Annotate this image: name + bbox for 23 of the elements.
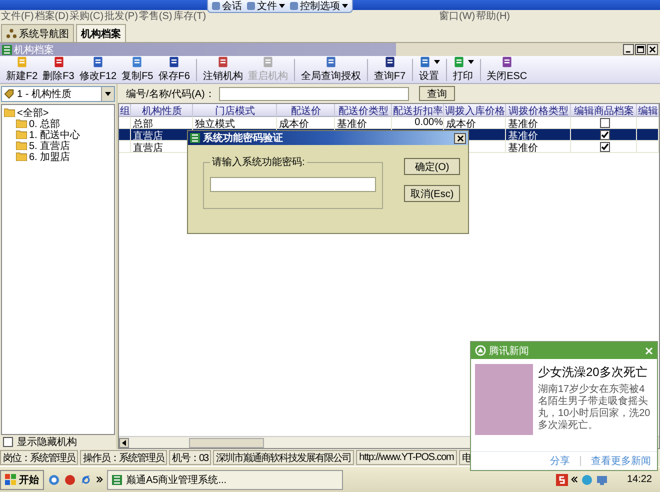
group-label: 请输入系统功能密码: — [211, 156, 306, 169]
clock: 14:22 — [626, 474, 652, 485]
table-cell: 0.00% — [414, 117, 443, 128]
window-title: 机构档案 — [14, 44, 54, 56]
popup-title: 腾讯新闻 — [489, 344, 529, 358]
table-cell: 基准价 — [508, 119, 538, 128]
status-panel: http://www.YT-POS.com — [356, 450, 457, 465]
table-cell: 基准价 — [508, 143, 538, 152]
table-cell: 成本价 — [446, 119, 476, 128]
table-cell: 直营店 — [133, 131, 163, 140]
dialog-title: 系统功能密码验证 — [203, 132, 283, 145]
table-cell: 基准价 — [508, 131, 538, 140]
status-panel: 深圳市巅通商软科技发展有限公司 — [213, 450, 354, 465]
status-panel: 岗位：系统管理员 — [0, 450, 78, 465]
table-cell: 总部 — [133, 119, 153, 128]
news-summary: 湖南17岁少女在东莞被4名陌生男子带走吸食摇头丸，10小时后回家，洗20多次澡死亡。 — [538, 384, 652, 432]
table-cell: 基准价 — [337, 119, 367, 128]
table-cell: 独立模式 — [195, 119, 235, 128]
table-cell: 直营店 — [133, 143, 163, 152]
status-panel: 操作员：系统管理员 — [80, 450, 167, 465]
table-cell: 成本价 — [279, 119, 309, 128]
status-panel: 机号：03 — [169, 450, 212, 465]
search-label: 编号/名称/代码(A)： — [126, 88, 215, 100]
